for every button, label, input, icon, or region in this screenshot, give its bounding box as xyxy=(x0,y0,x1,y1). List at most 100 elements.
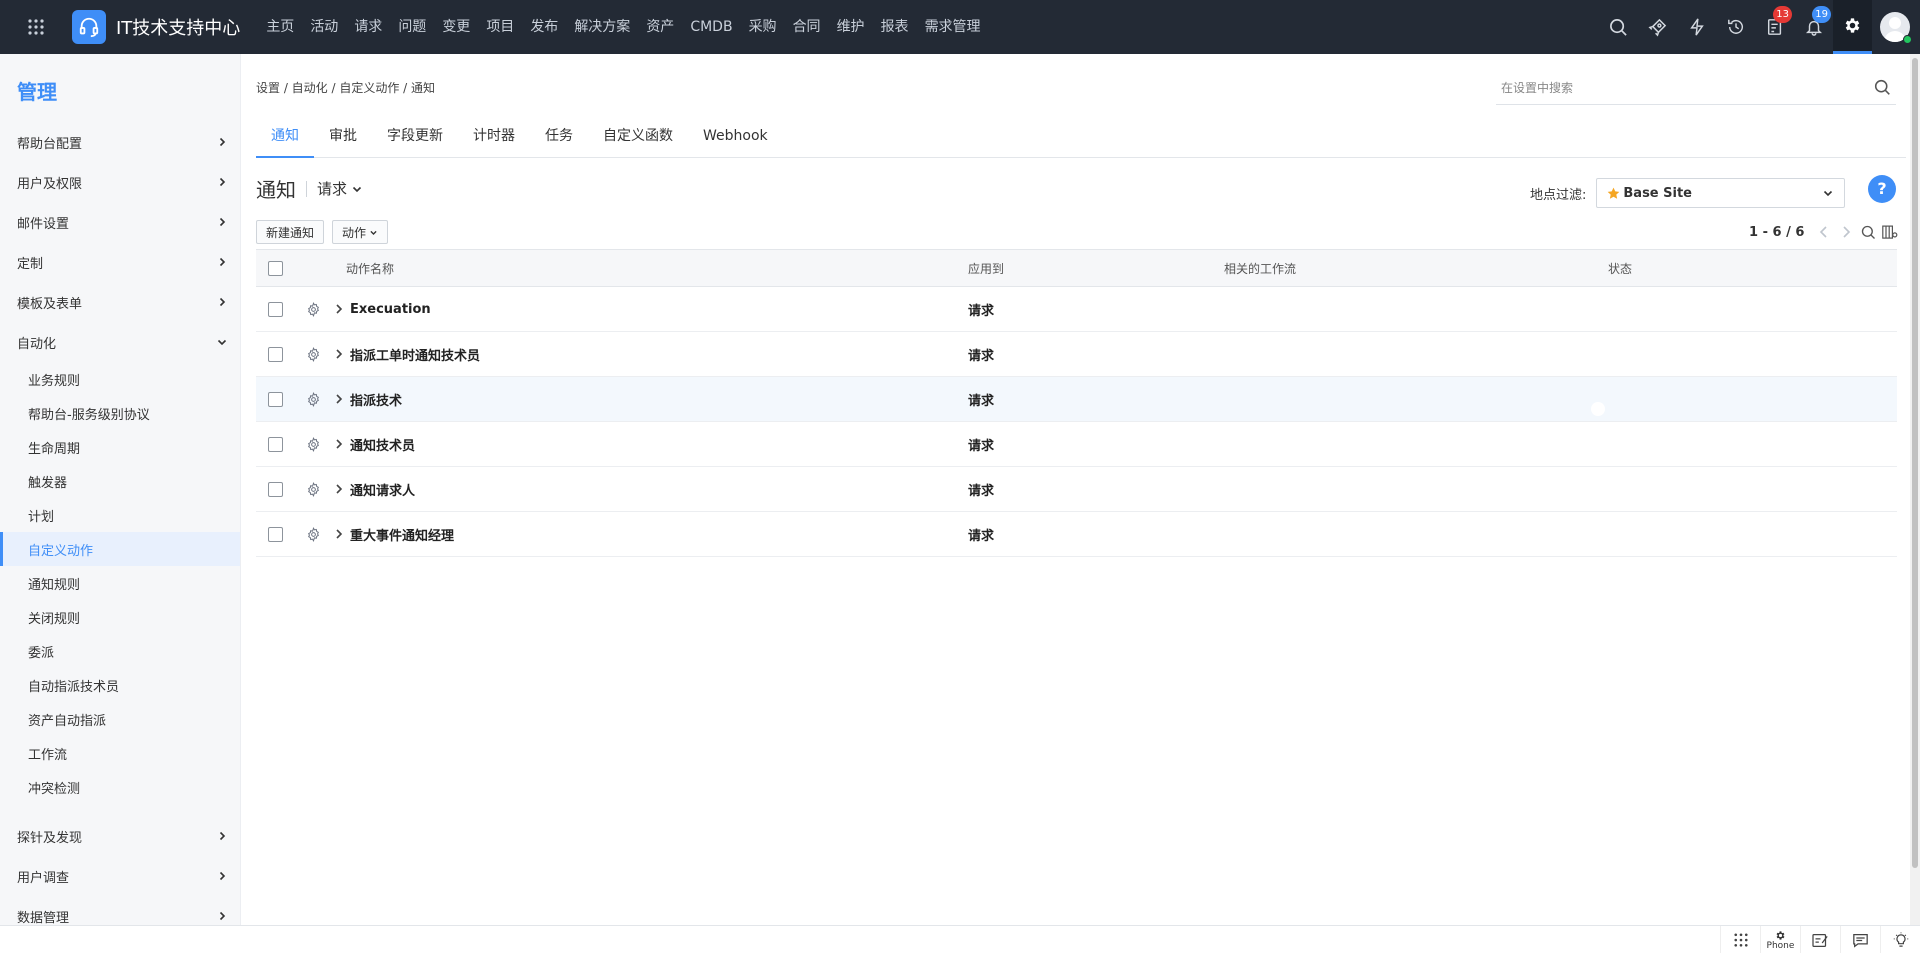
row-checkbox[interactable] xyxy=(267,391,283,407)
tab[interactable]: 计时器 xyxy=(458,118,530,158)
phone-button[interactable]: Phone xyxy=(1760,926,1800,953)
sidebar-item[interactable]: 资产自动指派 xyxy=(0,702,240,736)
gear-icon[interactable] xyxy=(306,526,321,542)
nav-item[interactable]: 采购 xyxy=(741,0,785,54)
nav-item[interactable]: 维护 xyxy=(829,0,873,54)
gear-icon[interactable] xyxy=(1833,0,1872,54)
nav-item[interactable]: 请求 xyxy=(346,0,390,54)
chat-icon[interactable] xyxy=(1840,926,1880,953)
bell-icon[interactable]: 19 xyxy=(1794,0,1833,54)
nav-item[interactable]: 报表 xyxy=(873,0,917,54)
site-dropdown[interactable]: Base Site xyxy=(1596,178,1846,208)
sidebar-group[interactable]: 用户调查 xyxy=(0,856,240,896)
table-row[interactable]: 通知技术员 请求 xyxy=(256,422,1897,467)
action-name[interactable]: 通知请求人 xyxy=(350,480,415,499)
nav-item[interactable]: 解决方案 xyxy=(566,0,638,54)
expand-chevron-icon[interactable] xyxy=(334,483,344,495)
sidebar-group[interactable]: 定制 xyxy=(0,242,240,282)
sidebar-group[interactable]: 帮助台配置 xyxy=(0,122,240,162)
table-row[interactable]: 通知请求人 请求 xyxy=(256,467,1897,512)
table-search-icon[interactable] xyxy=(1858,222,1878,242)
tab[interactable]: 字段更新 xyxy=(372,118,458,158)
rocket-icon[interactable] xyxy=(1638,0,1677,54)
page-scrollbar[interactable] xyxy=(1910,54,1920,925)
action-name[interactable]: 重大事件通知经理 xyxy=(350,525,454,544)
row-checkbox[interactable] xyxy=(267,346,283,362)
nav-item[interactable]: 活动 xyxy=(302,0,346,54)
nav-item[interactable]: 需求管理 xyxy=(917,0,989,54)
nav-item[interactable]: 合同 xyxy=(785,0,829,54)
sidebar-item[interactable]: 关闭规则 xyxy=(0,600,240,634)
gear-icon[interactable] xyxy=(306,481,321,497)
settings-search-input[interactable] xyxy=(1501,80,1841,95)
expand-chevron-icon[interactable] xyxy=(334,438,344,450)
sidebar-item[interactable]: 帮助台-服务级别协议 xyxy=(0,396,240,430)
column-header-workflow[interactable]: 相关的工作流 xyxy=(1224,260,1608,277)
search-icon[interactable] xyxy=(1874,79,1891,96)
action-name[interactable]: Execuation xyxy=(350,302,431,317)
sidebar-item[interactable]: 冲突检测 xyxy=(0,770,240,804)
sidebar-group[interactable]: 模板及表单 xyxy=(0,282,240,322)
gear-icon[interactable] xyxy=(306,301,321,317)
action-name[interactable]: 指派工单时通知技术员 xyxy=(350,345,480,364)
sidebar-group[interactable]: 用户及权限 xyxy=(0,162,240,202)
nav-item[interactable]: 变更 xyxy=(434,0,478,54)
nav-item[interactable]: 主页 xyxy=(258,0,302,54)
select-all-checkbox[interactable] xyxy=(267,260,283,276)
prev-page-icon[interactable] xyxy=(1814,222,1834,242)
lightbulb-icon[interactable] xyxy=(1880,926,1920,953)
row-checkbox[interactable] xyxy=(267,481,283,497)
dialpad-icon[interactable] xyxy=(1720,926,1760,953)
expand-chevron-icon[interactable] xyxy=(334,303,344,315)
nav-item[interactable]: 资产 xyxy=(638,0,682,54)
action-name[interactable]: 指派技术 xyxy=(350,390,402,409)
nav-item[interactable]: 项目 xyxy=(478,0,522,54)
sidebar-item[interactable]: 自定义动作 xyxy=(0,532,240,566)
table-row[interactable]: 指派技术 请求 xyxy=(256,377,1897,422)
sidebar-item[interactable]: 通知规则 xyxy=(0,566,240,600)
expand-chevron-icon[interactable] xyxy=(334,393,344,405)
headset-logo-icon[interactable] xyxy=(72,10,106,44)
sidebar-item[interactable]: 自动指派技术员 xyxy=(0,668,240,702)
nav-item[interactable]: 发布 xyxy=(522,0,566,54)
sidebar-group[interactable]: 探针及发现 xyxy=(0,816,240,856)
sidebar-item[interactable]: 生命周期 xyxy=(0,430,240,464)
lightning-icon[interactable] xyxy=(1677,0,1716,54)
column-header-name[interactable]: 动作名称 xyxy=(332,260,968,277)
sidebar-group[interactable]: 邮件设置 xyxy=(0,202,240,242)
sidebar-item[interactable]: 工作流 xyxy=(0,736,240,770)
tab[interactable]: 自定义函数 xyxy=(588,118,688,158)
action-name[interactable]: 通知技术员 xyxy=(350,435,415,454)
history-icon[interactable] xyxy=(1716,0,1755,54)
app-title[interactable]: IT技术支持中心 xyxy=(116,14,240,40)
tab[interactable]: 任务 xyxy=(530,118,588,158)
sidebar-item[interactable]: 计划 xyxy=(0,498,240,532)
sidebar-item[interactable]: 触发器 xyxy=(0,464,240,498)
gear-icon[interactable] xyxy=(306,346,321,362)
nav-item[interactable]: CMDB xyxy=(682,0,740,54)
tasks-icon[interactable]: 13 xyxy=(1755,0,1794,54)
row-checkbox[interactable] xyxy=(267,436,283,452)
breadcrumb[interactable]: 设置 / 自动化 / 自定义动作 / 通知 xyxy=(256,79,435,96)
expand-chevron-icon[interactable] xyxy=(334,348,344,360)
sidebar-item[interactable]: 业务规则 xyxy=(0,362,240,396)
search-icon[interactable] xyxy=(1599,0,1638,54)
gear-icon[interactable] xyxy=(306,436,321,452)
row-checkbox[interactable] xyxy=(267,526,283,542)
sidebar-item[interactable]: 委派 xyxy=(0,634,240,668)
table-row[interactable]: Execuation 请求 xyxy=(256,287,1897,332)
column-header-apply-to[interactable]: 应用到 xyxy=(968,260,1224,277)
help-button[interactable]: ? xyxy=(1868,175,1896,203)
actions-dropdown-button[interactable]: 动作 xyxy=(332,220,389,244)
tab[interactable]: 审批 xyxy=(314,118,372,158)
column-header-status[interactable]: 状态 xyxy=(1608,260,1888,277)
table-row[interactable]: 重大事件通知经理 请求 xyxy=(256,512,1897,557)
new-notification-button[interactable]: 新建通知 xyxy=(256,220,325,244)
tab[interactable]: 通知 xyxy=(256,118,314,158)
module-dropdown[interactable]: 请求 xyxy=(317,178,363,199)
expand-chevron-icon[interactable] xyxy=(334,528,344,540)
tab[interactable]: Webhook xyxy=(688,118,783,158)
nav-item[interactable]: 问题 xyxy=(390,0,434,54)
row-checkbox[interactable] xyxy=(267,301,283,317)
next-page-icon[interactable] xyxy=(1836,222,1856,242)
